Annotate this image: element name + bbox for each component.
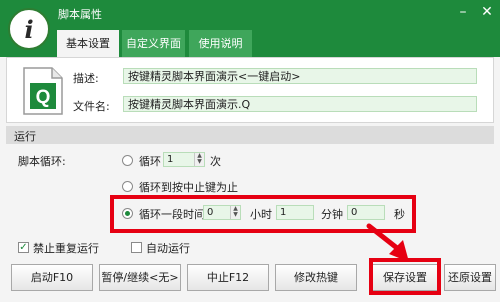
stepper-arrows-icon[interactable]: ▲ ▼ xyxy=(194,153,204,166)
loop-count-label: 循环 xyxy=(139,155,161,168)
tab-basic-settings[interactable]: 基本设置 xyxy=(57,30,119,57)
minutes-unit: 分钟 xyxy=(321,208,343,221)
logo-letter: i xyxy=(24,14,34,44)
restore-settings-button[interactable]: 还原设置 xyxy=(444,264,496,291)
info-logo-icon: i xyxy=(8,8,50,50)
auto-run-label: 自动运行 xyxy=(146,242,190,255)
minutes-stepper[interactable]: 1 xyxy=(276,205,314,220)
pause-resume-button[interactable]: 暂停/继续<无> xyxy=(99,264,181,291)
window-title: 脚本属性 xyxy=(58,8,102,21)
stop-button[interactable]: 中止F12 xyxy=(187,264,269,291)
desc-field[interactable]: 按键精灵脚本界面演示<一键启动> xyxy=(123,68,477,84)
seconds-unit: 秒 xyxy=(394,208,405,221)
tab-custom-ui[interactable]: 自定义界面 xyxy=(122,30,185,57)
run-section-header: 运行 xyxy=(6,126,494,144)
script-info-panel: Q 描述: 按键精灵脚本界面演示<一键启动> 文件名: 按键精灵脚本界面演示.Q xyxy=(6,57,494,123)
window-header: i 脚本属性 – ✕ 基本设置 自定义界面 使用说明 xyxy=(0,0,500,57)
no-repeat-label: 禁止重复运行 xyxy=(33,242,99,255)
duration-label: 循环一段时间 xyxy=(139,208,205,221)
filename-field[interactable]: 按键精灵脚本界面演示.Q xyxy=(123,96,477,112)
desc-label: 描述: xyxy=(73,72,99,85)
file-icon-letter: Q xyxy=(36,87,51,108)
radio-loop-count[interactable] xyxy=(122,155,133,166)
hours-stepper[interactable]: 0 ▲ ▼ xyxy=(203,205,241,220)
edit-hotkey-button[interactable]: 修改热键 xyxy=(275,264,357,291)
auto-run-checkbox[interactable] xyxy=(131,242,142,253)
seconds-value: 0 xyxy=(351,207,358,218)
hours-value: 0 xyxy=(207,207,214,218)
start-button[interactable]: 启动F10 xyxy=(11,264,93,291)
minutes-value: 1 xyxy=(280,207,287,218)
script-file-icon: Q xyxy=(23,67,63,115)
minimize-icon[interactable]: – xyxy=(452,3,474,21)
hours-unit: 小时 xyxy=(250,208,272,221)
loop-count-stepper[interactable]: 1 ▲ ▼ xyxy=(163,152,205,167)
loop-count-unit: 次 xyxy=(210,155,221,168)
no-repeat-checkbox[interactable]: ✓ xyxy=(18,242,29,253)
script-loop-label: 脚本循环: xyxy=(18,155,66,168)
seconds-stepper[interactable]: 0 xyxy=(347,205,385,220)
close-icon[interactable]: ✕ xyxy=(476,3,498,21)
stepper-arrows-icon[interactable]: ▲ ▼ xyxy=(230,206,240,219)
until-stop-label: 循环到按中止键为止 xyxy=(139,181,238,194)
radio-duration[interactable] xyxy=(122,208,133,219)
filename-label: 文件名: xyxy=(73,100,110,113)
run-section-label: 运行 xyxy=(14,130,36,143)
radio-until-stop[interactable] xyxy=(122,181,133,192)
tab-help[interactable]: 使用说明 xyxy=(189,30,252,57)
annotation-arrow-icon xyxy=(366,223,409,262)
loop-count-value: 1 xyxy=(167,154,174,165)
